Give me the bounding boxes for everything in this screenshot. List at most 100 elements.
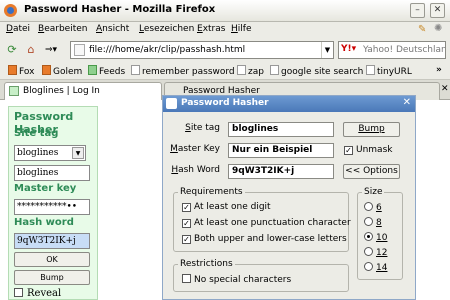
menu-bearbeiten[interactable]: Bearbeiten	[38, 24, 87, 34]
requirements-group: Requirements ✓ At least one digit ✓ At lea…	[173, 187, 351, 252]
req-digit-checkbox[interactable]: ✓ At least one digit	[182, 202, 271, 212]
menu-datei[interactable]: Datei	[6, 24, 30, 34]
site-tag-selected: bloglines	[17, 148, 59, 158]
site-tag-field[interactable]: bloglines	[228, 122, 334, 137]
url-text: file:///home/akr/clip/passhash.html	[89, 45, 246, 55]
size-radio-8[interactable]: 8	[364, 217, 382, 228]
bookmark-tinyurl[interactable]: tinyURL	[366, 65, 412, 77]
bookmarks-toolbar: Fox Golem Feeds remember password zap go…	[0, 62, 450, 80]
puzzle-icon[interactable]: ✎	[418, 24, 426, 35]
reveal-checkbox[interactable]: Reveal	[14, 288, 61, 299]
menu-hilfe[interactable]: Hilfe	[231, 24, 252, 34]
checkmark-icon: ✓	[182, 219, 191, 228]
size-radio-6[interactable]: 6	[364, 202, 382, 213]
more-bookmarks-icon[interactable]: »	[436, 65, 442, 75]
site-tag-input[interactable]: bloglines	[14, 165, 90, 181]
bookmark-google-site-search[interactable]: google site search	[270, 65, 363, 77]
size-radio-10[interactable]: 10	[364, 232, 387, 243]
page-icon	[74, 44, 85, 56]
options-button[interactable]: << Options	[343, 164, 400, 179]
tab-bloglines[interactable]: Bloglines | Log In	[4, 82, 162, 100]
reveal-label: Reveal	[27, 288, 62, 299]
master-key-input[interactable]: ***********••	[14, 199, 90, 215]
feeds-icon	[88, 65, 97, 75]
navigation-toolbar: ⟳ ⌂ ⇒▾ file:///home/akr/clip/passhash.ht…	[0, 38, 450, 62]
rss-icon	[42, 65, 51, 75]
url-bar[interactable]: file:///home/akr/clip/passhash.html ▼	[70, 41, 334, 59]
size-radio-12[interactable]: 12	[364, 247, 387, 258]
size-radio-14[interactable]: 14	[364, 262, 387, 273]
radio-selected-icon	[364, 232, 373, 241]
page-icon	[131, 65, 140, 75]
ok-button[interactable]: OK	[14, 252, 90, 267]
checkmark-icon: ✓	[344, 146, 353, 155]
bookmark-remember-password[interactable]: remember password	[131, 65, 235, 77]
chevron-down-icon: ▼	[72, 147, 84, 159]
bump-button[interactable]: Bump	[14, 270, 90, 285]
bookmark-feeds[interactable]: Feeds	[88, 65, 125, 77]
bookmark-label: zap	[248, 67, 264, 77]
home-icon[interactable]: ⌂	[24, 42, 38, 58]
radio-icon	[364, 262, 373, 271]
req-punctuation-checkbox[interactable]: ✓ At least one punctuation character	[182, 218, 351, 228]
tab-label: Bloglines | Log In	[23, 86, 100, 96]
bookmark-label: Fox	[19, 67, 35, 77]
bookmark-label: Feeds	[99, 67, 126, 77]
minimize-button[interactable]: –	[410, 3, 425, 18]
site-tag-select[interactable]: bloglines ▼	[14, 145, 86, 161]
chevron-down-icon[interactable]: ▼	[321, 42, 333, 58]
checkmark-icon: ✓	[182, 235, 191, 244]
bloglines-icon	[9, 86, 19, 96]
yahoo-icon[interactable]: Y!▾	[341, 44, 356, 54]
restrictions-group: Restrictions No special characters	[173, 259, 349, 292]
checkbox-icon	[14, 288, 23, 297]
bookmark-label: tinyURL	[377, 67, 412, 77]
checkbox-icon	[182, 274, 191, 283]
page-icon	[366, 65, 375, 75]
bookmark-label: remember password	[142, 67, 235, 77]
menu-extras[interactable]: Extras	[197, 24, 225, 34]
req-digit-label: At least one digit	[194, 202, 271, 212]
close-tab-icon[interactable]: ✕	[441, 84, 449, 94]
bump-label: Bump	[358, 124, 385, 134]
checkmark-icon: ✓	[182, 203, 191, 212]
bookmark-fox[interactable]: Fox	[8, 65, 34, 77]
req-case-checkbox[interactable]: ✓ Both upper and lower-case letters	[182, 234, 347, 244]
size-label: 8	[376, 218, 382, 228]
menu-ansicht[interactable]: Ansicht	[96, 24, 129, 34]
radio-icon	[364, 247, 373, 256]
bookmark-zap[interactable]: zap	[237, 65, 264, 77]
dialog-app-icon	[166, 98, 177, 109]
unmask-label: Unmask	[356, 145, 393, 155]
master-key-field[interactable]: Nur ein Beispiel	[228, 143, 334, 158]
reload-icon[interactable]: ⟳	[5, 42, 19, 58]
bookmark-golem[interactable]: Golem	[42, 65, 82, 77]
close-icon[interactable]: ✕	[403, 97, 411, 108]
hash-word-field[interactable]: 9qW3T2IK+j	[228, 164, 334, 179]
close-window-button[interactable]: ✕	[430, 3, 445, 18]
search-placeholder: Yahoo! Deutschland	[363, 45, 446, 55]
search-input[interactable]: Y!▾ Yahoo! Deutschland	[338, 41, 446, 59]
throbber-icon: ✺	[434, 23, 443, 34]
hash-word-input[interactable]: 9qW3T2IK+j	[14, 233, 90, 249]
no-special-characters-label: No special characters	[194, 275, 292, 285]
firefox-icon	[4, 4, 17, 17]
menu-lesezeichen[interactable]: Lesezeichen	[139, 24, 194, 34]
size-label: 14	[376, 263, 388, 273]
dialog-title: Password Hasher	[181, 98, 269, 108]
master-key-label: Master key	[14, 183, 77, 194]
page-icon	[237, 65, 246, 75]
bump-button[interactable]: Bump	[343, 122, 400, 137]
bookmarklet-panel: Password Hasher Site tag bloglines ▼ blo…	[8, 106, 98, 300]
unmask-checkbox[interactable]: ✓ Unmask	[344, 145, 392, 155]
size-group: Size 6 8 10 12 14	[357, 187, 403, 280]
bookmark-label: google site search	[281, 67, 364, 77]
size-label: 10	[376, 233, 388, 243]
hash-word-label: Hash Word	[171, 165, 220, 175]
hash-word-label: Hash word	[14, 217, 74, 228]
history-dropdown-icon[interactable]: ⇒▾	[42, 42, 60, 58]
no-special-characters-checkbox[interactable]: No special characters	[182, 274, 291, 285]
window-titlebar: Password Hasher - Mozilla Firefox – ✕	[0, 0, 450, 22]
menubar: Datei Bearbeiten Ansicht Lesezeichen Ext…	[0, 22, 450, 38]
bookmark-label: Golem	[53, 67, 83, 77]
